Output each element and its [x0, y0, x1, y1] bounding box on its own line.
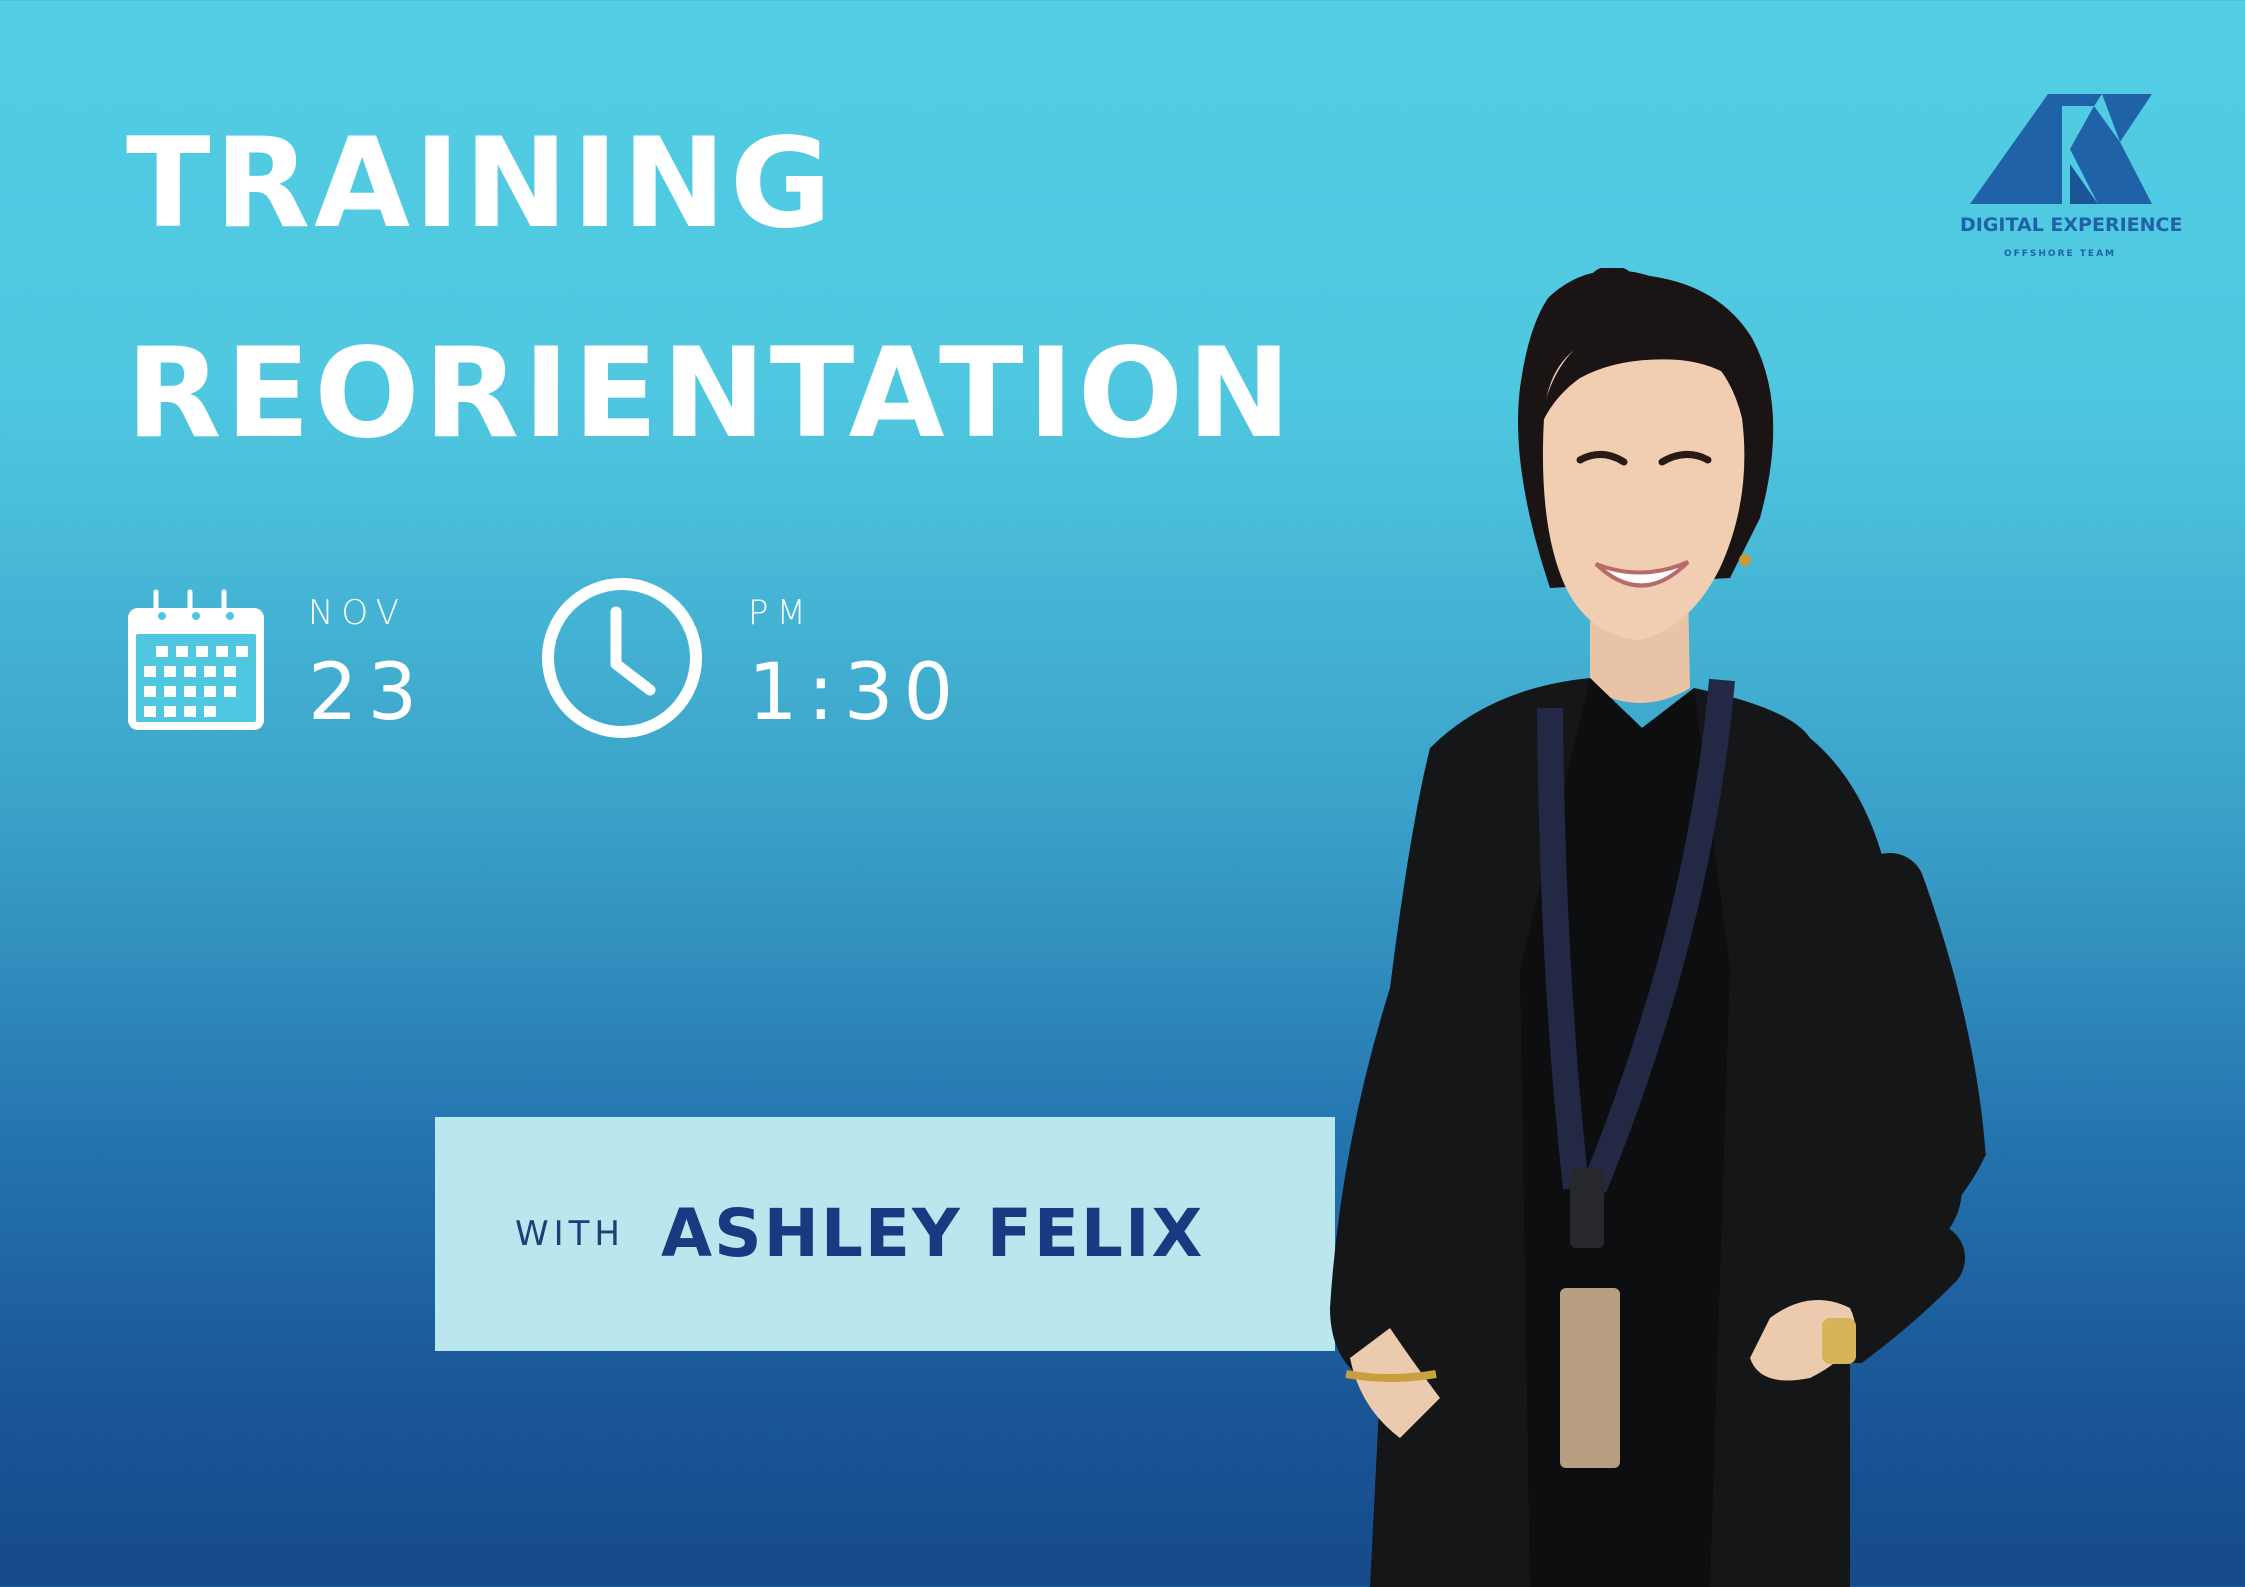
event-month: NOV	[308, 593, 407, 633]
presenter-name: ASHLEY FELIX	[661, 1195, 1205, 1272]
event-title-line-2: REORIENTATION	[126, 322, 1295, 466]
event-title-line-1: TRAINING	[126, 112, 836, 256]
brand-logo: DIGITAL EXPERIENCE OFFSHORE TEAM	[1960, 94, 2183, 264]
event-day: 23	[308, 648, 428, 738]
presenter-photo	[1290, 266, 2190, 1587]
brand-name: DIGITAL EXPERIENCE	[1960, 214, 2183, 236]
event-time: 1:30	[748, 648, 964, 738]
brand-tagline: OFFSHORE TEAM	[2003, 249, 2117, 259]
calendar-icon	[126, 588, 266, 732]
presenter-prefix: WITH	[515, 1214, 625, 1254]
clock-icon	[540, 576, 704, 740]
presenter-banner: WITH ASHLEY FELIX	[435, 1117, 1335, 1351]
event-time-period: PM	[748, 593, 814, 633]
dx-logo-icon	[1970, 94, 2152, 204]
